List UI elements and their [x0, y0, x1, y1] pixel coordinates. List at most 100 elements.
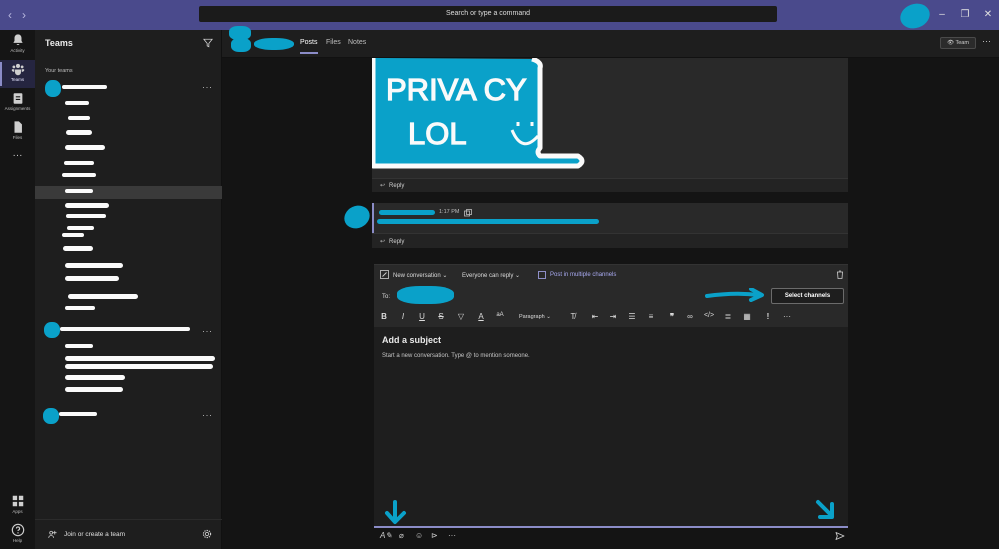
rail-item-assignments[interactable]: Assignments: [0, 89, 35, 117]
new-conversation-dropdown[interactable]: New conversation ⌄: [393, 272, 447, 279]
redacted-team-name[interactable]: [62, 85, 107, 89]
rail-item-more[interactable]: ···: [0, 148, 35, 176]
filter-icon[interactable]: [203, 38, 213, 48]
align-icon[interactable]: ≣: [722, 312, 734, 321]
sticker-icon[interactable]: ⊳: [431, 531, 441, 541]
decrease-indent-icon[interactable]: ⇤: [589, 312, 601, 321]
redacted-channel[interactable]: [62, 233, 84, 237]
redacted-channel[interactable]: [65, 145, 105, 150]
redacted-channel[interactable]: [68, 294, 138, 299]
redacted-channel[interactable]: [65, 306, 95, 310]
clear-format-icon[interactable]: T̸: [567, 312, 579, 321]
tab-notes[interactable]: Notes: [348, 39, 366, 46]
title-bar: ‹ › Search or type a command – ❐ ✕: [0, 0, 999, 33]
redacted-channel[interactable]: [63, 246, 93, 251]
rail-item-help[interactable]: Help: [0, 521, 35, 549]
multi-channel-icon: [538, 271, 546, 279]
rail-item-teams[interactable]: Teams: [0, 60, 35, 88]
redacted-channel[interactable]: [66, 214, 106, 218]
redacted-team-name[interactable]: [59, 412, 97, 416]
table-icon[interactable]: ▦: [741, 312, 753, 321]
more-options-icon[interactable]: ···: [448, 531, 458, 541]
highlight-icon[interactable]: ▽: [455, 312, 467, 321]
code-icon[interactable]: </>: [703, 312, 715, 319]
team-list-item-selected[interactable]: [35, 186, 222, 199]
subject-input[interactable]: Add a subject: [382, 335, 441, 345]
redacted-channel[interactable]: [65, 189, 93, 193]
rail-item-apps[interactable]: Apps: [0, 492, 35, 520]
close-button[interactable]: ✕: [981, 8, 995, 22]
redacted-channel[interactable]: [65, 276, 119, 281]
important-icon[interactable]: !: [762, 312, 774, 321]
increase-indent-icon[interactable]: ⇥: [607, 312, 619, 321]
restore-button[interactable]: ❐: [958, 8, 972, 22]
font-size-icon[interactable]: aA: [494, 312, 506, 318]
join-or-create-team[interactable]: Join or create a team: [35, 519, 222, 549]
redacted-channel[interactable]: [64, 161, 94, 165]
redacted-channel[interactable]: [67, 226, 94, 230]
redacted-channel[interactable]: [65, 203, 109, 208]
edited-icon: [464, 209, 472, 217]
rail-item-files[interactable]: Files: [0, 118, 35, 146]
rail-label: Assignments: [4, 106, 31, 111]
redacted-avatar[interactable]: [896, 0, 934, 33]
to-label: To:: [382, 294, 391, 300]
teams-panel: Teams Your teams ··· ··· ··· Join or cre…: [35, 30, 222, 549]
redacted-channel[interactable]: [65, 344, 93, 348]
bullet-list-icon[interactable]: ☰: [626, 312, 638, 321]
quote-icon[interactable]: ❞: [666, 312, 678, 321]
minimize-button[interactable]: –: [935, 8, 949, 22]
reply-setting-label: Everyone can reply: [462, 273, 514, 279]
back-icon[interactable]: ‹: [4, 8, 16, 22]
numbered-list-icon[interactable]: ≡: [645, 312, 657, 321]
reply-bar[interactable]: ↩ Reply: [372, 178, 848, 192]
tab-files[interactable]: Files: [326, 39, 341, 46]
redacted-channel[interactable]: [65, 356, 215, 361]
team-more-button[interactable]: ···: [202, 82, 213, 92]
forward-icon[interactable]: ›: [18, 8, 30, 22]
redacted-team-name[interactable]: [60, 327, 190, 331]
italic-icon[interactable]: I: [397, 312, 409, 321]
redacted-channel[interactable]: [65, 101, 89, 105]
rail-item-activity[interactable]: Activity: [0, 31, 35, 59]
annotation-line-2: LOL: [408, 116, 467, 151]
font-color-icon[interactable]: A: [475, 312, 487, 321]
gear-icon[interactable]: [202, 529, 212, 539]
underline-icon[interactable]: U: [416, 312, 428, 321]
reply-arrow-icon: ↩: [380, 239, 386, 245]
redacted-channel[interactable]: [65, 387, 123, 392]
trash-icon[interactable]: [836, 270, 844, 279]
redacted-channel[interactable]: [68, 116, 90, 120]
team-more-button[interactable]: ···: [202, 326, 213, 336]
redacted-channel[interactable]: [65, 364, 213, 369]
message-input[interactable]: Start a new conversation. Type @ to ment…: [382, 353, 530, 359]
team-more-button[interactable]: ···: [202, 410, 213, 420]
bold-icon[interactable]: B: [378, 312, 390, 321]
post-multiple-channels-link[interactable]: Post in multiple channels: [550, 272, 616, 278]
reply-bar[interactable]: ↩ Reply: [372, 233, 848, 248]
team-button[interactable]: 👁︎ Team: [940, 37, 976, 49]
attach-icon[interactable]: ⌀: [399, 531, 409, 541]
new-conversation-icon: [380, 270, 389, 279]
section-label: Your teams: [45, 68, 73, 74]
bell-icon: [12, 34, 23, 45]
strikethrough-icon[interactable]: S: [435, 312, 447, 321]
emoji-icon[interactable]: ☺: [415, 531, 425, 541]
redacted-channel[interactable]: [65, 375, 125, 380]
select-channels-button[interactable]: Select channels: [771, 288, 844, 304]
redacted-channel[interactable]: [62, 173, 96, 177]
format-icon[interactable]: A✎: [380, 531, 392, 541]
redacted-channel-chip[interactable]: [397, 286, 454, 304]
link-icon[interactable]: ∞: [684, 312, 696, 321]
tab-posts[interactable]: Posts: [300, 39, 318, 54]
more-options-icon[interactable]: ···: [781, 312, 793, 321]
redacted-team-icon: [44, 322, 60, 338]
paragraph-dropdown[interactable]: Paragraph ⌄: [519, 314, 551, 320]
reply-setting-dropdown[interactable]: Everyone can reply ⌄: [462, 272, 520, 279]
header-more-button[interactable]: ···: [982, 36, 991, 46]
panel-title: Teams: [45, 38, 73, 48]
send-icon[interactable]: [835, 531, 845, 541]
redacted-channel[interactable]: [66, 130, 92, 135]
search-input[interactable]: Search or type a command: [199, 6, 777, 22]
redacted-channel[interactable]: [65, 263, 123, 268]
